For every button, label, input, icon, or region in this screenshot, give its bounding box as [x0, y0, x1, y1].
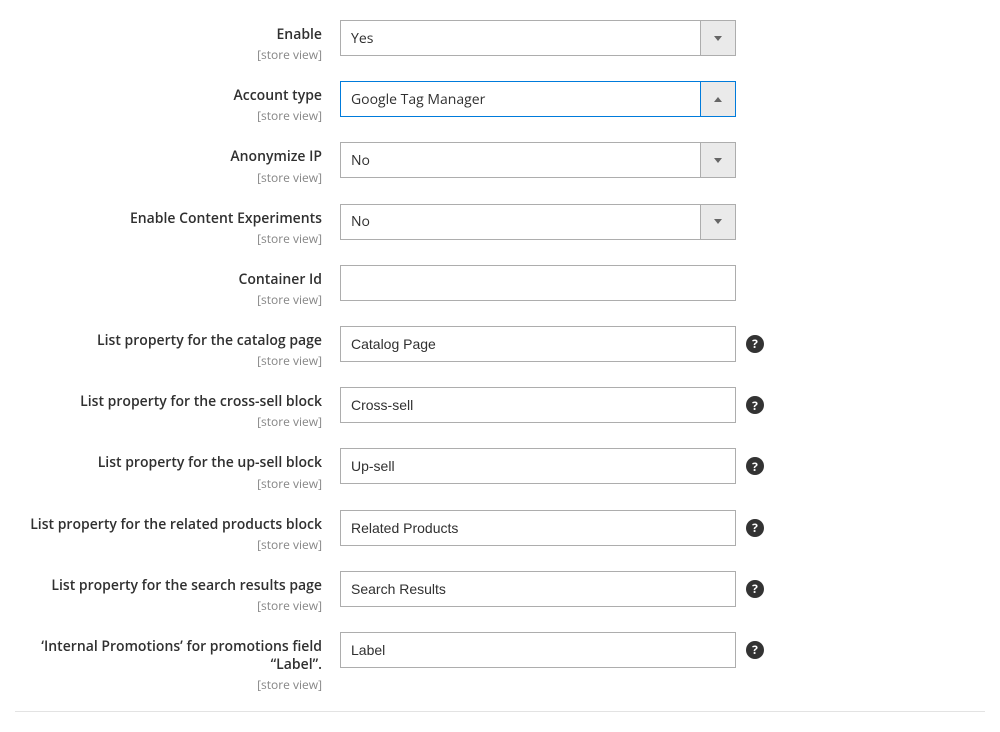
- select-value: No: [351, 212, 370, 231]
- scope-label: [store view]: [15, 597, 322, 614]
- scope-label: [store view]: [15, 291, 322, 308]
- scope-label: [store view]: [15, 676, 322, 693]
- input-col: No: [340, 142, 736, 178]
- field-row-list-cross-sell: List property for the cross-sell block […: [15, 387, 985, 430]
- help-icon[interactable]: ?: [746, 335, 764, 353]
- input-list-cross-sell[interactable]: [340, 387, 736, 423]
- input-col: ?: [340, 448, 764, 484]
- label-col: Enable Content Experiments [store view]: [15, 204, 340, 247]
- scope-label: [store view]: [15, 230, 322, 247]
- field-label-container-id: Container Id: [15, 271, 322, 289]
- form-divider: [15, 711, 985, 712]
- scope-label: [store view]: [15, 413, 322, 430]
- field-label-list-related-products: List property for the related products b…: [15, 516, 322, 534]
- field-row-internal-promotions-label: ‘Internal Promotions’ for promotions fie…: [15, 632, 985, 693]
- dropdown-arrow-icon: [700, 81, 736, 117]
- label-col: Account type [store view]: [15, 81, 340, 124]
- field-row-account-type: Account type [store view] Google Tag Man…: [15, 81, 985, 124]
- label-col: List property for the catalog page [stor…: [15, 326, 340, 369]
- field-row-list-related-products: List property for the related products b…: [15, 510, 985, 553]
- input-col: ?: [340, 510, 764, 546]
- field-label-content-experiments: Enable Content Experiments: [15, 210, 322, 228]
- input-list-catalog-page[interactable]: [340, 326, 736, 362]
- label-col: List property for the related products b…: [15, 510, 340, 553]
- chevron-up-icon: [714, 97, 722, 102]
- input-col: Google Tag Manager: [340, 81, 736, 117]
- field-label-list-search-results: List property for the search results pag…: [15, 577, 322, 595]
- help-icon[interactable]: ?: [746, 580, 764, 598]
- input-col: ?: [340, 387, 764, 423]
- dropdown-arrow-icon: [700, 142, 736, 178]
- label-col: Enable [store view]: [15, 20, 340, 63]
- scope-label: [store view]: [15, 169, 322, 186]
- scope-label: [store view]: [15, 536, 322, 553]
- select-account-type[interactable]: Google Tag Manager: [340, 81, 736, 117]
- chevron-down-icon: [714, 36, 722, 41]
- select-value: No: [351, 151, 370, 170]
- field-row-container-id: Container Id [store view]: [15, 265, 985, 308]
- input-list-search-results[interactable]: [340, 571, 736, 607]
- label-col: List property for the cross-sell block […: [15, 387, 340, 430]
- field-label-account-type: Account type: [15, 87, 322, 105]
- select-anonymize-ip[interactable]: No: [340, 142, 736, 178]
- input-col: ?: [340, 326, 764, 362]
- scope-label: [store view]: [15, 352, 322, 369]
- field-row-enable: Enable [store view] Yes: [15, 20, 985, 63]
- settings-form: Enable [store view] Yes Account type [st…: [15, 20, 985, 712]
- field-row-list-up-sell: List property for the up-sell block [sto…: [15, 448, 985, 491]
- select-enable[interactable]: Yes: [340, 20, 736, 56]
- dropdown-arrow-icon: [700, 204, 736, 240]
- input-col: ?: [340, 571, 764, 607]
- input-col: No: [340, 204, 736, 240]
- help-icon[interactable]: ?: [746, 519, 764, 537]
- field-label-anonymize-ip: Anonymize IP: [15, 148, 322, 166]
- field-row-anonymize-ip: Anonymize IP [store view] No: [15, 142, 985, 185]
- dropdown-arrow-icon: [700, 20, 736, 56]
- field-row-list-search-results: List property for the search results pag…: [15, 571, 985, 614]
- input-container-id[interactable]: [340, 265, 736, 301]
- label-col: Anonymize IP [store view]: [15, 142, 340, 185]
- field-row-content-experiments: Enable Content Experiments [store view] …: [15, 204, 985, 247]
- label-col: List property for the search results pag…: [15, 571, 340, 614]
- input-list-related-products[interactable]: [340, 510, 736, 546]
- select-content-experiments[interactable]: No: [340, 204, 736, 240]
- help-icon[interactable]: ?: [746, 396, 764, 414]
- help-icon[interactable]: ?: [746, 457, 764, 475]
- help-icon[interactable]: ?: [746, 641, 764, 659]
- input-col: [340, 265, 736, 301]
- input-internal-promotions-label[interactable]: [340, 632, 736, 668]
- select-value: Google Tag Manager: [351, 90, 485, 109]
- input-col: ?: [340, 632, 764, 668]
- label-col: List property for the up-sell block [sto…: [15, 448, 340, 491]
- field-label-internal-promotions-label: ‘Internal Promotions’ for promotions fie…: [15, 638, 322, 674]
- chevron-down-icon: [714, 158, 722, 163]
- label-col: Container Id [store view]: [15, 265, 340, 308]
- label-col: ‘Internal Promotions’ for promotions fie…: [15, 632, 340, 693]
- scope-label: [store view]: [15, 46, 322, 63]
- input-list-up-sell[interactable]: [340, 448, 736, 484]
- field-label-enable: Enable: [15, 26, 322, 44]
- field-row-list-catalog-page: List property for the catalog page [stor…: [15, 326, 985, 369]
- scope-label: [store view]: [15, 107, 322, 124]
- chevron-down-icon: [714, 219, 722, 224]
- field-label-list-up-sell: List property for the up-sell block: [15, 454, 322, 472]
- scope-label: [store view]: [15, 475, 322, 492]
- field-label-list-cross-sell: List property for the cross-sell block: [15, 393, 322, 411]
- input-col: Yes: [340, 20, 736, 56]
- select-value: Yes: [351, 29, 373, 48]
- field-label-list-catalog-page: List property for the catalog page: [15, 332, 322, 350]
